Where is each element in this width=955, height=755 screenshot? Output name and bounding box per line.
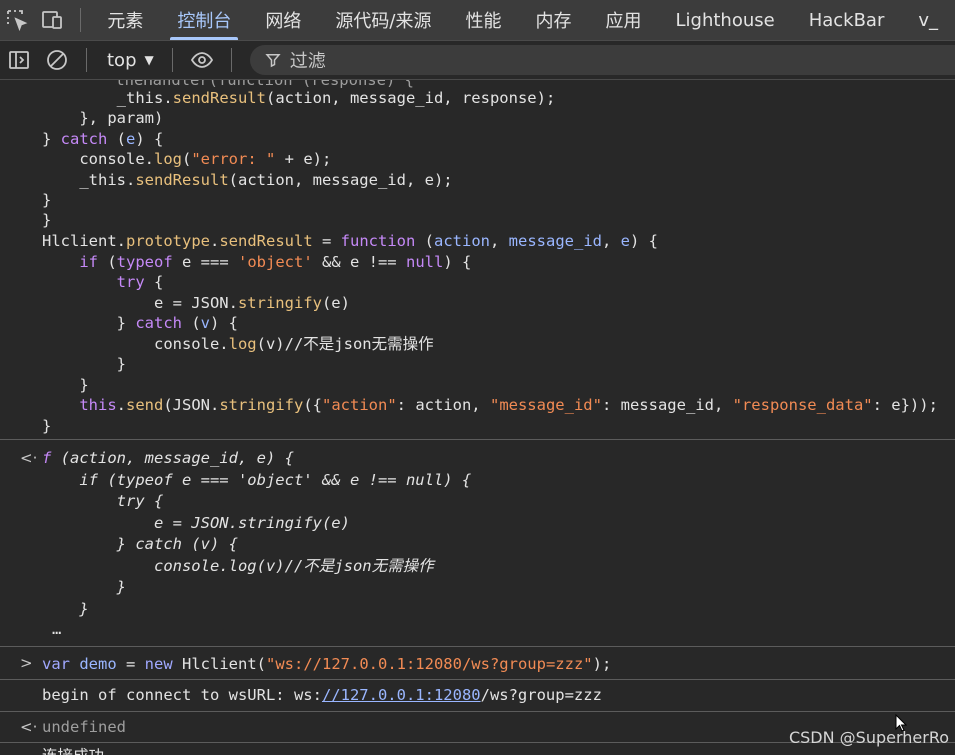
console-output[interactable]: theHandler(function (response) { _this.s… <box>0 80 955 755</box>
result-line: } <box>116 578 126 596</box>
filter-input[interactable]: 过滤 <box>249 45 955 75</box>
code-line: } catch (e) { <box>42 130 164 148</box>
log-message: begin of connect to wsURL: ws://127.0.0.… <box>42 686 602 704</box>
code-line: } <box>42 376 89 394</box>
caret-down-icon: ▼ <box>144 53 154 67</box>
code-line: console.log(v)//不是json无需操作 <box>42 335 434 353</box>
result-arrow-icon: <· <box>20 449 38 467</box>
result-line: } catch (v) { <box>116 535 238 553</box>
code-line: } <box>42 211 52 229</box>
result-line: if (typeof e === 'object' && e !== null)… <box>79 471 472 489</box>
ellipsis-expand[interactable]: … <box>52 619 61 639</box>
devtools-tabbar: 元素 控制台 网络 源代码/来源 性能 内存 应用 Lighthouse Hac… <box>0 0 955 41</box>
result-arrow-icon: <· <box>20 718 38 736</box>
code-line: Hlclient.prototype.sendResult = function… <box>42 232 659 250</box>
console-toolbar: top ▼ 过滤 <box>0 41 955 80</box>
tab-hackbar[interactable]: HackBar <box>792 0 902 40</box>
code-line: }, param) <box>42 109 164 127</box>
result-line: try { <box>116 492 164 510</box>
code-line: } <box>42 191 52 209</box>
sidebar-toggle-icon[interactable] <box>0 41 38 79</box>
code-line: console.log("error: " + e); <box>42 150 332 168</box>
message-divider <box>0 646 955 647</box>
return-value: undefined <box>42 718 126 736</box>
code-line: } <box>42 417 52 435</box>
tab-memory[interactable]: 内存 <box>518 0 588 40</box>
message-divider <box>0 711 955 712</box>
filter-icon <box>265 54 281 68</box>
live-expression-eye-icon[interactable] <box>183 41 221 79</box>
code-line: try { <box>116 273 164 291</box>
tab-elements[interactable]: 元素 <box>90 0 160 40</box>
input-prompt-chevron-icon: > <box>20 654 33 672</box>
tab-sources[interactable]: 源代码/来源 <box>318 0 448 40</box>
tab-network[interactable]: 网络 <box>248 0 318 40</box>
tab-console[interactable]: 控制台 <box>160 0 248 40</box>
console-command[interactable]: var demo = new Hlclient("ws://127.0.0.1:… <box>42 654 611 674</box>
result-line: console.log(v)//不是json无需操作 <box>153 557 434 575</box>
log-url-link[interactable]: //127.0.0.1:12080 <box>322 686 481 704</box>
device-toolbar-icon[interactable] <box>35 0 70 40</box>
watermark: CSDN @SuperherRo <box>788 728 949 747</box>
toolbar-divider <box>79 8 81 32</box>
inspect-element-icon[interactable] <box>0 0 35 40</box>
code-line: } <box>42 355 126 373</box>
toolbar-divider <box>86 48 87 72</box>
toolbar-divider <box>171 48 173 72</box>
tab-performance[interactable]: 性能 <box>448 0 518 40</box>
tab-lighthouse[interactable]: Lighthouse <box>658 0 791 40</box>
code-line: _this.sendResult(action, message_id, res… <box>42 89 556 107</box>
result-line[interactable]: f (action, message_id, e) { <box>42 448 294 468</box>
result-line: e = JSON.stringify(e) <box>153 514 350 532</box>
filter-placeholder: 过滤 <box>289 51 326 72</box>
code-line: this.send(JSON.stringify({"action": acti… <box>79 396 938 414</box>
toolbar-divider <box>230 48 232 72</box>
context-label: top <box>107 49 137 71</box>
log-message-cut: 连接成功 <box>42 746 104 755</box>
result-line: } <box>79 600 89 618</box>
clear-console-icon[interactable] <box>38 41 76 79</box>
tab-application[interactable]: 应用 <box>588 0 658 40</box>
context-selector[interactable]: top ▼ <box>97 50 162 71</box>
code-line: } catch (v) { <box>42 314 239 332</box>
code-line: if (typeof e === 'object' && e !== null)… <box>79 253 472 271</box>
code-line: _this.sendResult(action, message_id, e); <box>42 171 453 189</box>
tab-overflow[interactable]: v_ <box>901 0 955 40</box>
message-divider <box>0 439 955 440</box>
code-line: e = JSON.stringify(e) <box>42 294 350 312</box>
message-divider <box>0 679 955 680</box>
